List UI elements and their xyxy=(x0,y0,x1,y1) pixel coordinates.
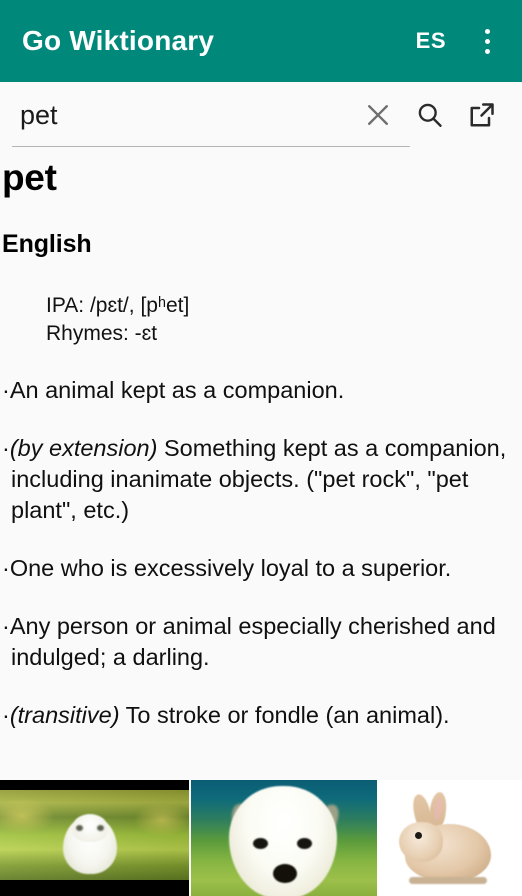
definition-bullet: · xyxy=(2,435,10,462)
app-screen: Go Wiktionary ES pet pet English IPA: /p… xyxy=(0,0,522,896)
app-title: Go Wiktionary xyxy=(22,25,215,56)
definition-bullet: · xyxy=(2,555,10,582)
definition-item: ·Any person or animal especially cherish… xyxy=(2,611,512,673)
search-input[interactable] xyxy=(16,92,352,137)
puppy-eye-right xyxy=(297,838,312,849)
more-vert-icon[interactable] xyxy=(470,19,504,63)
puppy-photo xyxy=(191,780,377,896)
search-button[interactable] xyxy=(404,89,456,141)
search-icon xyxy=(418,103,442,127)
search-bar xyxy=(0,82,522,147)
app-bar: Go Wiktionary ES xyxy=(0,0,522,82)
open-in-browser-button[interactable] xyxy=(456,89,508,141)
rhymes-line: Rhymes: -ɛt xyxy=(46,322,158,346)
more-vert-dot-2 xyxy=(484,38,490,44)
definition-text: Any person or animal especially cherishe… xyxy=(9,613,496,671)
open-in-new-icon xyxy=(470,102,494,126)
definition-pos-label: (by extension) xyxy=(9,435,158,462)
rabbit-head xyxy=(399,822,443,862)
image-thumbnail-puppy[interactable] xyxy=(191,780,377,896)
rabbit-photo xyxy=(377,780,522,896)
puppy-nose xyxy=(273,864,297,883)
more-vert-dot-1 xyxy=(484,28,490,34)
close-icon xyxy=(368,104,388,125)
ipa-line: IPA: /pɛt/, [pʰet] xyxy=(46,294,190,318)
definition-list: ·An animal kept as a companion. ·(by exte… xyxy=(2,375,512,731)
kitten-shape xyxy=(63,814,117,874)
language-section-heading: English xyxy=(2,229,92,258)
rabbit-eye xyxy=(415,832,422,839)
more-vert-dot-3 xyxy=(484,48,490,54)
kitten-photo xyxy=(0,790,189,880)
definition-item: ·(by extension) Something kept as a comp… xyxy=(2,433,512,526)
clear-search-button[interactable] xyxy=(352,89,404,141)
definition-bullet: · xyxy=(2,613,10,640)
definition-item: ·An animal kept as a companion. xyxy=(2,375,512,406)
definition-text: One who is excessively loyal to a superi… xyxy=(9,555,452,582)
puppy-eye-left xyxy=(253,838,268,849)
page-title: pet xyxy=(2,157,57,198)
definition-item: ·(transitive) To stroke or fondle (an an… xyxy=(2,700,512,731)
entry-content: pet English IPA: /pɛt/, [pʰet] Rhymes: -… xyxy=(0,157,522,731)
kitten-eyes xyxy=(76,825,104,834)
image-strip xyxy=(0,780,522,896)
search-underline xyxy=(12,146,410,147)
definition-bullet: · xyxy=(2,377,10,404)
rabbit-feet xyxy=(409,877,487,884)
image-thumbnail-rabbit[interactable] xyxy=(377,780,522,896)
definition-pos-label: (transitive) xyxy=(9,702,120,729)
pronunciation-block: IPA: /pɛt/, [pʰet] Rhymes: -ɛt xyxy=(2,292,512,348)
image-thumbnail-kitten[interactable] xyxy=(0,780,189,896)
definition-bullet: · xyxy=(2,702,10,729)
definition-text: To stroke or fondle (an animal). xyxy=(119,702,450,729)
definition-text: An animal kept as a companion. xyxy=(9,377,345,404)
definition-item: ·One who is excessively loyal to a super… xyxy=(2,553,512,584)
language-button[interactable]: ES xyxy=(406,22,456,60)
